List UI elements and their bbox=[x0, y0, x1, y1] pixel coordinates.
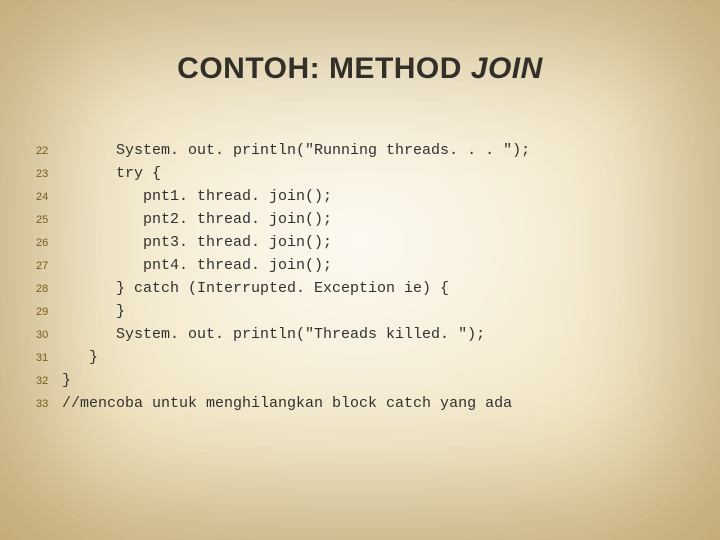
code-text: } bbox=[62, 303, 125, 320]
code-line: 26 pnt3. thread. join(); bbox=[36, 234, 700, 251]
code-line: 25 pnt2. thread. join(); bbox=[36, 211, 700, 228]
code-text: pnt2. thread. join(); bbox=[62, 211, 332, 228]
line-number: 24 bbox=[36, 191, 62, 203]
code-text: try { bbox=[62, 165, 161, 182]
code-line: 22 System. out. println("Running threads… bbox=[36, 142, 700, 159]
title-main: CONTOH: METHOD bbox=[177, 52, 471, 85]
code-line: 24 pnt1. thread. join(); bbox=[36, 188, 700, 205]
code-text: } bbox=[62, 372, 71, 389]
line-number: 25 bbox=[36, 214, 62, 226]
line-number: 26 bbox=[36, 237, 62, 249]
code-line: 27 pnt4. thread. join(); bbox=[36, 257, 700, 274]
line-number: 28 bbox=[36, 283, 62, 295]
code-line: 23 try { bbox=[36, 165, 700, 182]
code-line: 29 } bbox=[36, 303, 700, 320]
code-text: System. out. println("Threads killed. ")… bbox=[62, 326, 485, 343]
code-text: } catch (Interrupted. Exception ie) { bbox=[62, 280, 449, 297]
code-text: pnt3. thread. join(); bbox=[62, 234, 332, 251]
slide-title: CONTOH: METHOD JOIN bbox=[0, 52, 720, 86]
code-line: 28 } catch (Interrupted. Exception ie) { bbox=[36, 280, 700, 297]
code-block: 22 System. out. println("Running threads… bbox=[36, 142, 700, 418]
code-line: 30 System. out. println("Threads killed.… bbox=[36, 326, 700, 343]
code-text: //mencoba untuk menghilangkan block catc… bbox=[62, 395, 512, 412]
line-number: 33 bbox=[36, 398, 62, 410]
line-number: 29 bbox=[36, 306, 62, 318]
code-text: } bbox=[62, 349, 98, 366]
code-line: 33 //mencoba untuk menghilangkan block c… bbox=[36, 395, 700, 412]
code-text: System. out. println("Running threads. .… bbox=[62, 142, 530, 159]
code-line: 31 } bbox=[36, 349, 700, 366]
line-number: 32 bbox=[36, 375, 62, 387]
code-line: 32 } bbox=[36, 372, 700, 389]
line-number: 30 bbox=[36, 329, 62, 341]
line-number: 23 bbox=[36, 168, 62, 180]
line-number: 22 bbox=[36, 145, 62, 157]
line-number: 31 bbox=[36, 352, 62, 364]
code-text: pnt4. thread. join(); bbox=[62, 257, 332, 274]
title-italic: JOIN bbox=[471, 52, 543, 85]
code-text: pnt1. thread. join(); bbox=[62, 188, 332, 205]
line-number: 27 bbox=[36, 260, 62, 272]
